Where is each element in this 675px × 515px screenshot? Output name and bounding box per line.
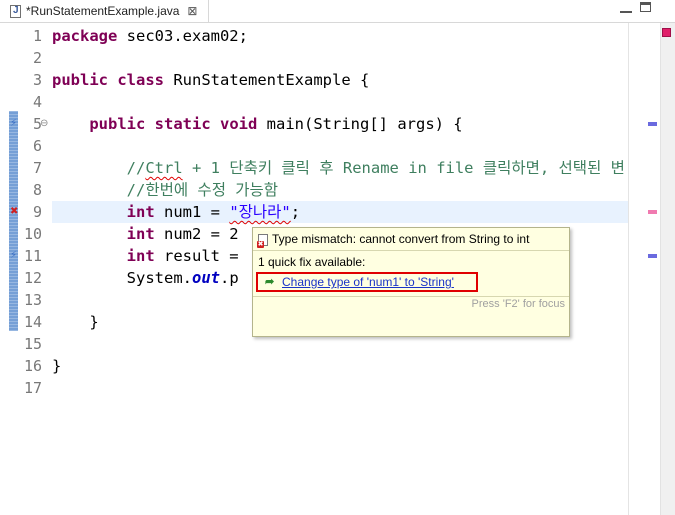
line-number: 16: [23, 357, 42, 375]
code-token: void: [220, 115, 258, 133]
close-icon[interactable]: ⊠: [187, 5, 197, 17]
quick-fix-popup: ✖ Type mismatch: cannot convert from Str…: [252, 227, 570, 337]
divider: [253, 250, 569, 251]
line-number: 11: [23, 247, 42, 265]
code-token: result =: [154, 247, 239, 265]
code-line[interactable]: [52, 91, 628, 113]
error-icon: ✖: [257, 234, 268, 248]
quick-fix-link[interactable]: Change type of 'num1' to 'String': [282, 275, 454, 289]
code-token: int: [126, 247, 155, 265]
code-line[interactable]: }: [52, 355, 628, 377]
divider: [253, 296, 569, 297]
overview-mark-occurrence[interactable]: [648, 254, 657, 258]
code-line[interactable]: //Ctrl + 1 단축키 클릭 후 Rename in file 클릭하면,…: [52, 157, 628, 179]
code-token: int: [126, 225, 155, 243]
code-token: num1 =: [154, 203, 230, 221]
code-line[interactable]: public static void main(String[] args) {: [52, 113, 628, 135]
line-number: 2: [32, 49, 42, 67]
line-number: 14: [23, 313, 42, 331]
line-number: 8: [32, 181, 42, 199]
line-number: 6: [32, 137, 42, 155]
code-editor[interactable]: ⚡ ⊖ ✖ ⚡ 1 2 3 4 5 6 7 8 9 10 11 12 13 14 15 16 17 package s…: [0, 23, 675, 515]
code-token: static: [154, 115, 211, 133]
java-file-icon: J: [10, 4, 21, 18]
minimize-icon[interactable]: [620, 3, 632, 13]
line-number: 13: [23, 291, 42, 309]
code-token: Ctrl: [145, 159, 183, 177]
code-token: }: [52, 313, 99, 331]
tab-title: *RunStatementExample.java: [26, 4, 180, 18]
code-line[interactable]: //한번에 수정 가능함: [52, 179, 628, 201]
editor-tab[interactable]: J *RunStatementExample.java ⊠: [0, 0, 209, 22]
maximize-icon[interactable]: [640, 2, 651, 12]
overview-mark-method[interactable]: [648, 122, 657, 126]
code-token: package: [52, 27, 118, 45]
code-token: out: [191, 269, 220, 287]
focus-hint: Press 'F2' for focus: [471, 298, 565, 310]
code-token: ;: [290, 203, 301, 221]
line-number: 9: [32, 203, 42, 221]
line-number: 10: [23, 225, 42, 243]
error-summary-icon[interactable]: [662, 28, 671, 37]
vertical-scrollbar[interactable]: [660, 23, 675, 515]
line-number: 4: [32, 93, 42, 111]
quick-fix-item[interactable]: ➦ Change type of 'num1' to 'String': [256, 272, 478, 292]
code-line[interactable]: [52, 377, 628, 399]
line-number: 15: [23, 335, 42, 353]
code-token: main(String[] args) {: [257, 115, 463, 133]
code-token: "장나라": [229, 203, 291, 221]
code-token: System.: [52, 269, 192, 287]
line-number: 12: [23, 269, 42, 287]
code-token: class: [117, 71, 165, 89]
code-line[interactable]: [52, 47, 628, 69]
code-token: //: [126, 159, 146, 177]
error-message: Type mismatch: cannot convert from Strin…: [272, 232, 530, 246]
code-token: int: [126, 203, 155, 221]
line-number: 1: [32, 27, 42, 45]
code-token: + 1 단축키 클릭 후 Rename in file 클릭하면, 선택된 변: [182, 159, 625, 177]
line-number: 17: [23, 379, 42, 397]
code-token: }: [52, 357, 62, 375]
quick-fix-count: 1 quick fix available:: [258, 255, 366, 269]
code-token: public: [52, 71, 108, 89]
overview-mark-error[interactable]: [648, 210, 657, 214]
line-number: 3: [32, 71, 42, 89]
rename-arrow-icon: ➦: [265, 276, 275, 288]
code-token: num2 = 2: [154, 225, 239, 243]
code-token: RunStatementExample {: [164, 71, 370, 89]
line-number: 5: [32, 115, 42, 133]
code-line[interactable]: public class RunStatementExample {: [52, 69, 628, 91]
line-number: 7: [32, 159, 42, 177]
code-line[interactable]: package sec03.exam02;: [52, 25, 628, 47]
code-token: public: [89, 115, 146, 133]
code-token: .p: [219, 269, 239, 287]
code-token: sec03.exam02;: [117, 27, 248, 45]
editor-tab-bar: J *RunStatementExample.java ⊠: [0, 0, 675, 23]
code-token: //한번에 수정 가능함: [126, 181, 279, 199]
code-line[interactable]: int num1 = "장나라";: [52, 201, 628, 223]
code-line[interactable]: [52, 135, 628, 157]
